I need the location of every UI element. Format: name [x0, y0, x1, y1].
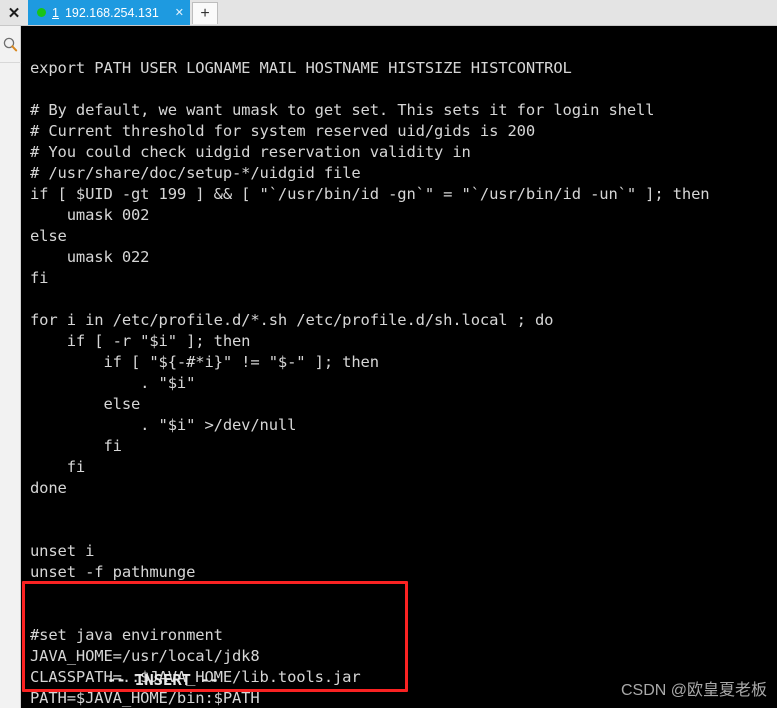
search-icon[interactable]: [2, 36, 19, 53]
terminal-line: else: [30, 227, 67, 245]
terminal-line: done: [30, 479, 67, 497]
left-sidebar: [0, 26, 21, 708]
terminal-line: umask 022: [30, 248, 150, 266]
tab-close-icon[interactable]: ✕: [175, 6, 184, 19]
terminal-line: #set java environment: [30, 626, 223, 644]
vim-status-line: -- INSERT --: [51, 653, 219, 707]
terminal-line: umask 002: [30, 206, 150, 224]
connection-status-dot: [37, 8, 46, 17]
terminal-line: unset i: [30, 542, 95, 560]
new-tab-button[interactable]: +: [192, 2, 219, 24]
tab-bar: ✕ 1 192.168.254.131 ✕ +: [0, 0, 777, 26]
terminal-line: else: [30, 395, 141, 413]
window-close-button[interactable]: ✕: [0, 0, 28, 25]
terminal-line: . "$i": [30, 374, 196, 392]
terminal-line: if [ "${-#*i}" != "$-" ]; then: [30, 353, 379, 371]
terminal-line: . "$i" >/dev/null: [30, 416, 297, 434]
terminal-line: # /usr/share/doc/setup-*/uidgid file: [30, 164, 361, 182]
terminal-app-window: ✕ 1 192.168.254.131 ✕ + export PATH USER…: [0, 0, 777, 708]
terminal-line: unset -f pathmunge: [30, 563, 196, 581]
tab-session-1[interactable]: 1 192.168.254.131 ✕: [28, 0, 191, 25]
vim-mode-label: -- INSERT --: [107, 671, 219, 689]
terminal-line: for i in /etc/profile.d/*.sh /etc/profil…: [30, 311, 554, 329]
terminal-line: export PATH USER LOGNAME MAIL HOSTNAME H…: [30, 59, 572, 77]
terminal-line: fi: [30, 269, 49, 287]
terminal-line: if [ $UID -gt 199 ] && [ "`/usr/bin/id -…: [30, 185, 710, 203]
tab-index-label: 1: [52, 5, 59, 20]
terminal-line: # By default, we want umask to get set. …: [30, 101, 655, 119]
terminal-output-pane[interactable]: export PATH USER LOGNAME MAIL HOSTNAME H…: [21, 26, 777, 708]
terminal-line: # You could check uidgid reservation val…: [30, 143, 471, 161]
terminal-text-buffer: export PATH USER LOGNAME MAIL HOSTNAME H…: [30, 58, 777, 708]
sidebar-divider: [0, 62, 21, 63]
terminal-line: if [ -r "$i" ]; then: [30, 332, 251, 350]
terminal-line: fi: [30, 437, 122, 455]
tab-bar-empty-area: [218, 0, 777, 25]
terminal-line: # Current threshold for system reserved …: [30, 122, 535, 140]
terminal-line: fi: [30, 458, 86, 476]
tab-title-label: 192.168.254.131: [64, 5, 159, 20]
watermark-label: CSDN @欧皇夏老板: [620, 682, 767, 699]
